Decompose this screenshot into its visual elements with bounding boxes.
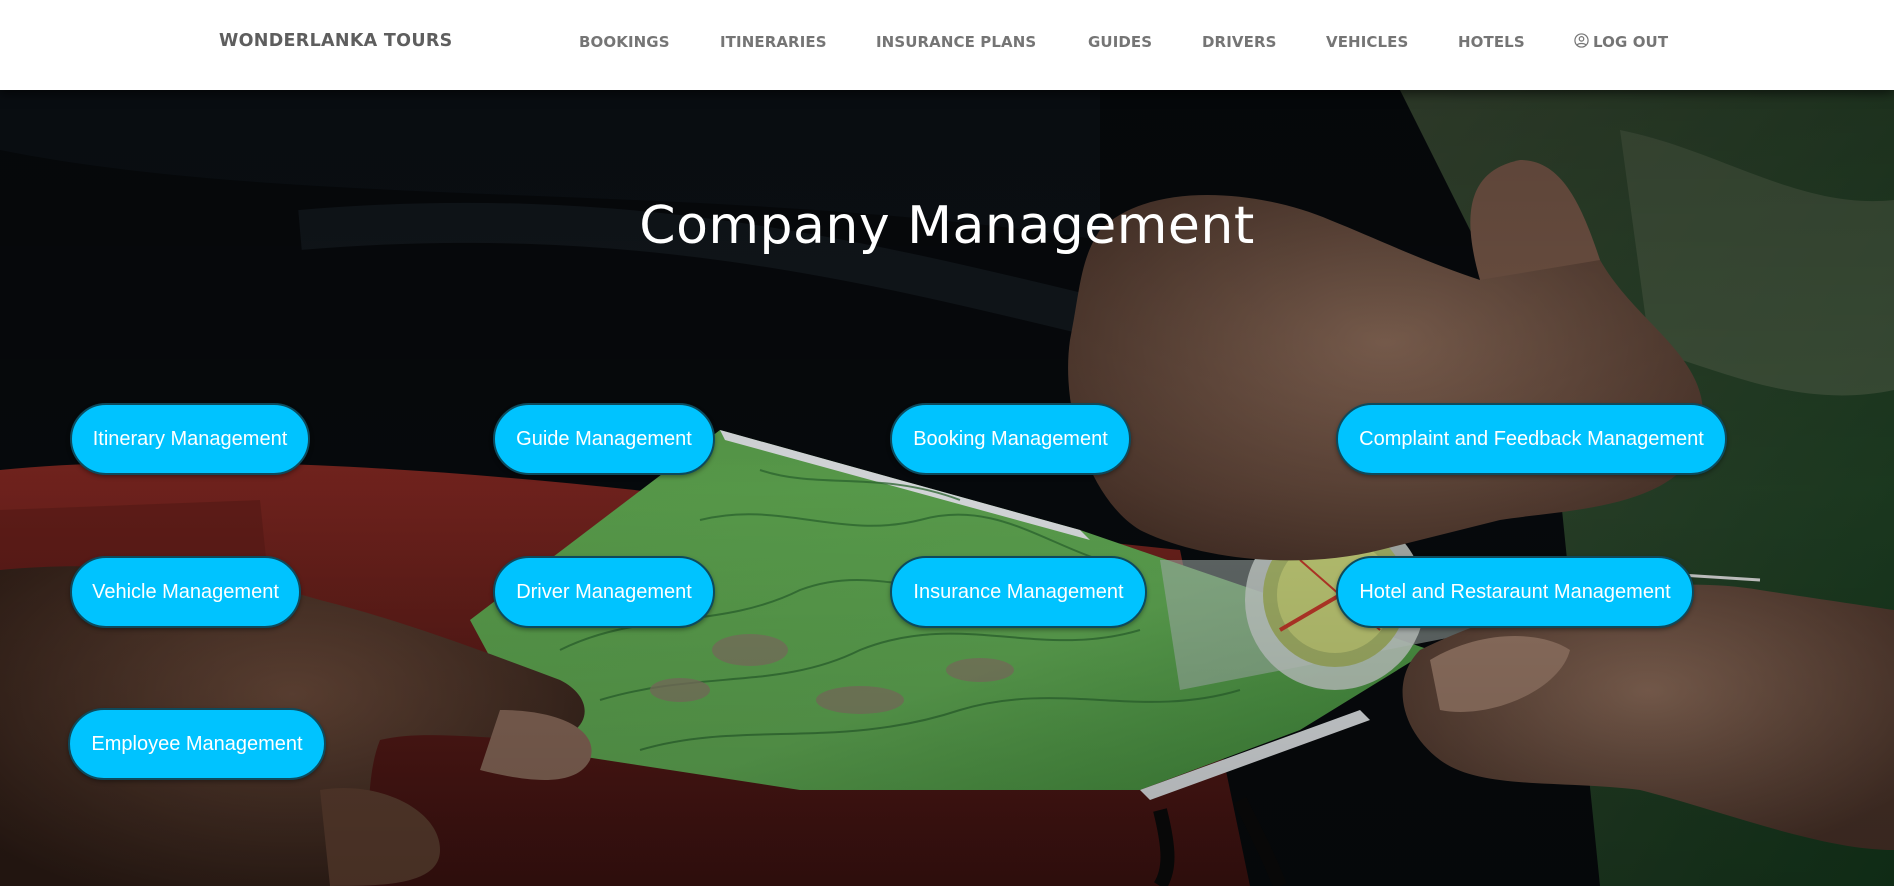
brand-logo-link[interactable]: WONDERLANKA TOURS — [219, 31, 453, 51]
complaint-feedback-management-button[interactable]: Complaint and Feedback Management — [1336, 403, 1727, 475]
nav-itineraries-link[interactable]: ITINERARIES — [720, 33, 827, 51]
insurance-management-button[interactable]: Insurance Management — [890, 556, 1147, 628]
guide-management-button[interactable]: Guide Management — [493, 403, 715, 475]
employee-management-button[interactable]: Employee Management — [68, 708, 326, 780]
itinerary-management-button[interactable]: Itinerary Management — [70, 403, 310, 475]
vehicle-management-button[interactable]: Vehicle Management — [70, 556, 301, 628]
nav-logout-link[interactable]: LOG OUT — [1574, 33, 1668, 52]
nav-hotels-link[interactable]: HOTELS — [1458, 33, 1525, 51]
nav-vehicles-link[interactable]: VEHICLES — [1326, 33, 1408, 51]
driver-management-button[interactable]: Driver Management — [493, 556, 715, 628]
nav-bookings-link[interactable]: BOOKINGS — [579, 33, 670, 51]
hotel-restaurant-management-button[interactable]: Hotel and Restaraunt Management — [1336, 556, 1694, 628]
nav-guides-link[interactable]: GUIDES — [1088, 33, 1152, 51]
top-navbar: WONDERLANKA TOURS BOOKINGS ITINERARIES I… — [0, 0, 1894, 90]
page-title: Company Management — [639, 196, 1255, 256]
nav-drivers-link[interactable]: DRIVERS — [1202, 33, 1277, 51]
booking-management-button[interactable]: Booking Management — [890, 403, 1131, 475]
user-circle-icon — [1574, 33, 1589, 52]
nav-insurance-plans-link[interactable]: INSURANCE PLANS — [876, 33, 1036, 51]
logout-label: LOG OUT — [1593, 33, 1669, 51]
